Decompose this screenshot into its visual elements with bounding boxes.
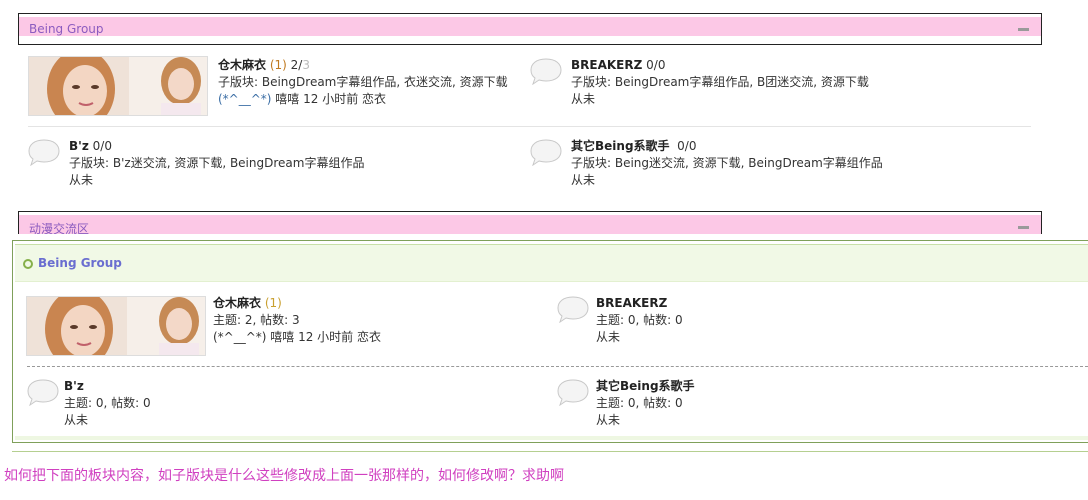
forum-last-post[interactable]: (*^__^*) 嘻嘻 12 小时前 恋衣	[213, 329, 381, 346]
forum-stats: 主题: 0, 帖数: 0	[64, 396, 151, 410]
last-post-meta: 嘻嘻 12 小时前 恋衣	[271, 92, 387, 106]
forum-name-link[interactable]: B'z	[69, 139, 89, 153]
row-divider	[27, 366, 1088, 367]
forum-last-post: 从未	[596, 330, 621, 344]
forum-last-post: 从未	[571, 173, 596, 187]
forum-subforums[interactable]: 子版块: BeingDream字幕组作品, 衣迷交流, 资源下载	[218, 74, 508, 91]
forum-thumbnail[interactable]	[28, 56, 208, 116]
forum-item-breakerz: BREAKERZ 主题: 0, 帖数: 0 从未	[596, 295, 683, 346]
desired-style-screenshot: Being Group 仓木麻衣 (1) 2/3 子版块: BeingDream…	[0, 0, 1052, 234]
forum-name-link[interactable]: 仓木麻衣	[213, 296, 261, 310]
forum-speech-bubble-icon	[557, 379, 589, 406]
forum-name-link[interactable]: BREAKERZ	[571, 58, 642, 72]
category-title[interactable]: Being Group	[29, 22, 104, 36]
forum-last-post: 从未	[596, 413, 621, 427]
category-title[interactable]: 动漫交流区	[29, 220, 89, 234]
forum-name-link[interactable]: 其它Being系歌手	[596, 379, 695, 393]
forum-name-link[interactable]: 仓木麻衣	[218, 58, 266, 72]
forum-name-link[interactable]: BREAKERZ	[596, 296, 667, 310]
forum-topic-count: 0/	[88, 139, 105, 153]
category-ring-icon	[23, 259, 33, 269]
category-header-band	[19, 215, 1041, 234]
forum-speech-bubble-icon	[27, 379, 59, 406]
forum-subforums[interactable]: 子版块: B'z迷交流, 资源下载, BeingDream字幕组作品	[69, 155, 364, 172]
category-header-band	[19, 17, 1041, 36]
forum-stats: 主题: 0, 帖数: 0	[596, 313, 683, 327]
next-category-edge	[12, 451, 1088, 452]
forum-reply-count: 0	[104, 139, 112, 153]
category-title[interactable]: Being Group	[38, 256, 122, 270]
forum-new-count: (1)	[269, 58, 287, 72]
forum-item-kuraki: 仓木麻衣 (1) 主题: 2, 帖数: 3 (*^__^*) 嘻嘻 12 小时前…	[213, 295, 381, 346]
last-post-title[interactable]: (*^__^*)	[218, 92, 271, 106]
forum-last-post: 从未	[64, 413, 89, 427]
forum-speech-bubble-icon	[28, 139, 60, 166]
forum-name-link[interactable]: 其它Being系歌手	[571, 139, 670, 153]
forum-thumbnail-image	[29, 57, 207, 115]
current-style-screenshot: Being Group 仓木麻衣 (1) 主题: 2, 帖数: 3 (*^__^…	[12, 240, 1088, 443]
forum-stats: 主题: 0, 帖数: 0	[596, 396, 683, 410]
forum-reply-count: 0	[657, 58, 666, 72]
forum-reply-count: 3	[302, 58, 310, 72]
forum-last-post: 从未	[571, 92, 596, 106]
category-header[interactable]: 动漫交流区	[18, 211, 1042, 234]
forum-item-bz: B'z 主题: 0, 帖数: 0 从未	[64, 378, 151, 429]
question-text: 如何把下面的板块内容，如子版块是什么这些修改成上面一张那样的，如何修改啊？求助啊	[4, 468, 564, 484]
forum-last-post: 从未	[69, 173, 94, 187]
forum-thumbnail[interactable]	[26, 296, 206, 356]
forum-topic-count: 0/	[642, 58, 658, 72]
forum-item-other-being: 其它Being系歌手 主题: 0, 帖数: 0 从未	[596, 378, 695, 429]
forum-speech-bubble-icon	[557, 296, 589, 323]
collapse-icon[interactable]	[1018, 28, 1029, 31]
forum-topic-count: 2/	[290, 58, 303, 72]
forum-thumbnail-image	[27, 297, 205, 355]
forum-speech-bubble-icon	[530, 58, 562, 85]
forum-item-bz: B'z 0/0 子版块: B'z迷交流, 资源下载, BeingDream字幕组…	[69, 138, 364, 189]
forum-subforums[interactable]: 子版块: Being迷交流, 资源下载, BeingDream字幕组作品	[571, 155, 883, 172]
forum-name-link[interactable]: B'z	[64, 379, 84, 393]
forum-reply-count: 0	[688, 139, 697, 153]
forum-item-kuraki: 仓木麻衣 (1) 2/3 子版块: BeingDream字幕组作品, 衣迷交流,…	[218, 57, 508, 108]
forum-topic-count: 0/	[669, 139, 689, 153]
forum-item-breakerz: BREAKERZ 0/0 子版块: BeingDream字幕组作品, B团迷交流…	[571, 57, 869, 108]
forum-new-count: (1)	[261, 296, 282, 310]
forum-subforums[interactable]: 子版块: BeingDream字幕组作品, B团迷交流, 资源下载	[571, 74, 869, 91]
forum-stats: 主题: 2, 帖数: 3	[213, 313, 300, 327]
forum-last-post[interactable]: (*^__^*) 嘻嘻 12 小时前 恋衣	[218, 91, 508, 108]
forum-post-count: (1) 2/3	[270, 58, 310, 72]
forum-speech-bubble-icon	[530, 139, 562, 166]
category-footer-strip	[15, 436, 1088, 440]
collapse-icon[interactable]	[1018, 226, 1029, 229]
category-header[interactable]: Being Group	[18, 13, 1042, 45]
forum-item-other-being: 其它Being系歌手 0/0 子版块: Being迷交流, 资源下载, Bein…	[571, 138, 883, 189]
row-divider	[28, 126, 1031, 127]
category-header[interactable]: Being Group	[15, 244, 1088, 282]
